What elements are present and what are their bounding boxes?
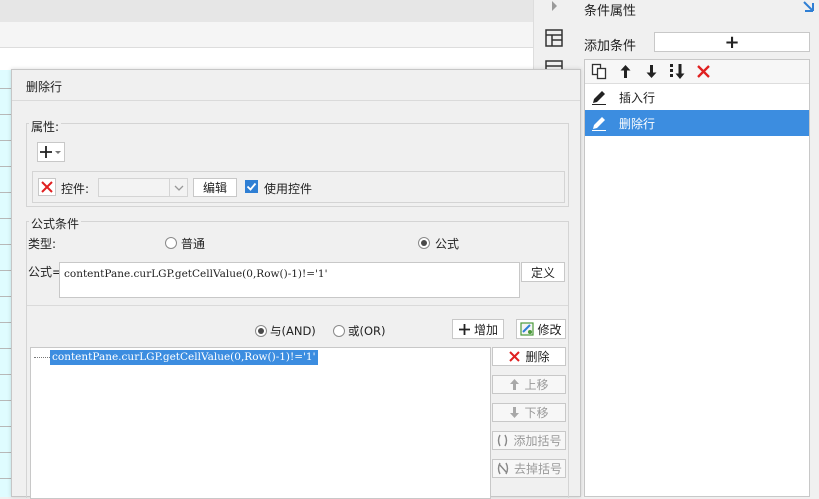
- move-up-button-label: 上移: [524, 378, 549, 392]
- formula-label: 公式=: [28, 265, 63, 279]
- type-formula-label: 公式: [435, 237, 460, 251]
- plus-icon: [458, 323, 470, 335]
- type-label: 类型:: [28, 237, 57, 251]
- use-control-checkbox[interactable]: [245, 180, 258, 193]
- dialog-title: 删除行: [26, 80, 63, 94]
- move-down-button[interactable]: 下移: [492, 403, 566, 422]
- condition-item-label: 插入行: [619, 90, 656, 105]
- delete-icon[interactable]: [695, 63, 712, 80]
- arrow-up-icon: [510, 379, 520, 390]
- add-button[interactable]: 增加: [452, 319, 504, 339]
- condition-toolbar: [585, 60, 809, 84]
- arrow-down-icon: [510, 407, 520, 418]
- pencil-icon: [592, 91, 606, 105]
- remove-bracket-button-label: 去掉括号: [513, 462, 562, 476]
- modify-button-label: 修改: [537, 322, 562, 337]
- and-label: 与(AND): [270, 324, 316, 338]
- add-condition-button[interactable]: +: [654, 32, 810, 53]
- pencil-icon: [592, 117, 606, 131]
- edit-button[interactable]: 编辑: [193, 178, 237, 197]
- add-condition-label: 添加条件: [584, 39, 637, 54]
- condition-item-label: 删除行: [619, 116, 656, 131]
- arrow-down-icon[interactable]: [643, 63, 660, 80]
- type-formula-radio[interactable]: [418, 237, 430, 249]
- condition-item-insert-row[interactable]: 插入行: [585, 84, 809, 110]
- list-item[interactable]: contentPane.curLGP.getCellValue(0,Row()-…: [34, 350, 318, 365]
- control-label: 控件:: [61, 182, 90, 196]
- divider: [27, 305, 568, 306]
- type-normal-radio[interactable]: [165, 237, 177, 249]
- delete-icon: [509, 351, 521, 362]
- editor-toolbar: [0, 22, 533, 61]
- formula-condition-label: 公式条件: [29, 215, 82, 232]
- condition-list: 插入行 删除行: [584, 59, 810, 497]
- cell-attribute-icon[interactable]: [545, 29, 563, 47]
- copy-icon[interactable]: [591, 63, 608, 80]
- arrow-up-icon[interactable]: [617, 63, 634, 80]
- move-bottom-icon[interactable]: [669, 63, 686, 80]
- or-radio[interactable]: [333, 325, 345, 337]
- control-select[interactable]: [98, 178, 188, 197]
- move-up-button[interactable]: 上移: [492, 375, 566, 394]
- define-button[interactable]: 定义: [521, 262, 565, 282]
- expression-text: contentPane.curLGP.getCellValue(0,Row()-…: [50, 350, 318, 365]
- collapse-arrow-icon[interactable]: [801, 1, 815, 15]
- delete-icon: [41, 181, 53, 193]
- properties-group: 属性: 控件: 编辑 使用控件: [26, 118, 569, 207]
- formula-input[interactable]: contentPane.curLGP.getCellValue(0,Row()-…: [59, 262, 520, 298]
- modify-button[interactable]: 修改: [516, 319, 566, 339]
- or-label: 或(OR): [348, 324, 386, 338]
- remove-bracket-icon: [497, 462, 509, 475]
- divider: [12, 100, 580, 101]
- chevron-down-icon: [169, 179, 187, 196]
- modify-icon: [520, 322, 535, 336]
- type-normal-label: 普通: [181, 237, 206, 251]
- condition-item-delete-row[interactable]: 删除行: [585, 110, 809, 136]
- add-bracket-button-label: 添加括号: [513, 434, 562, 448]
- tree-connector: [34, 357, 50, 358]
- control-row: 控件: 编辑 使用控件: [32, 171, 565, 203]
- and-radio[interactable]: [255, 325, 267, 337]
- checkmark-icon: [246, 182, 257, 191]
- remove-control-button[interactable]: [38, 178, 56, 196]
- add-bracket-button[interactable]: 添加括号: [492, 431, 566, 450]
- move-down-button-label: 下移: [524, 406, 549, 420]
- delete-row-dialog: 删除行 属性: 控件: 编辑 使用控件 公式条件 类型: 普通 公式 公式= c…: [11, 69, 581, 499]
- remove-bracket-button[interactable]: 去掉括号: [492, 459, 566, 478]
- plus-dropdown-icon: [40, 146, 61, 158]
- delete-button-label: 删除: [525, 350, 550, 364]
- expand-arrow-icon[interactable]: [545, 0, 563, 12]
- properties-label: 属性:: [29, 118, 62, 135]
- panel-title: 条件属性: [584, 4, 637, 19]
- expression-list: contentPane.curLGP.getCellValue(0,Row()-…: [30, 347, 491, 499]
- condition-attributes-panel: 条件属性 添加条件 + 插入行 删除行: [573, 0, 819, 497]
- delete-button[interactable]: 删除: [492, 347, 566, 366]
- add-button-label: 增加: [473, 322, 498, 337]
- editor-top-bar: [0, 0, 533, 22]
- add-property-button[interactable]: [37, 142, 65, 162]
- use-control-label: 使用控件: [264, 182, 313, 196]
- formula-condition-group: 公式条件 类型: 普通 公式 公式= contentPane.curLGP.ge…: [26, 215, 569, 499]
- bracket-icon: [498, 434, 508, 447]
